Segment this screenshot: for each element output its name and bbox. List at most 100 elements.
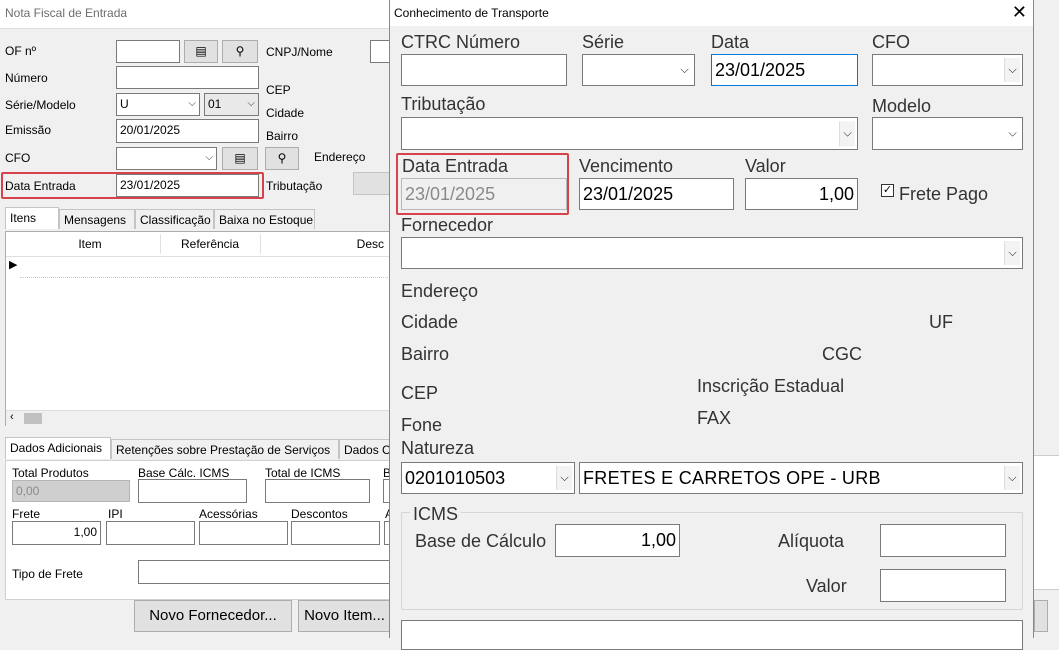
tab-dados-c[interactable]: Dados C bbox=[339, 439, 390, 459]
checkmark-icon: ✓ bbox=[882, 184, 893, 196]
tributacao-label: Tributação bbox=[401, 94, 486, 114]
natureza-label: Natureza bbox=[401, 438, 475, 458]
cep-label: CEP bbox=[401, 383, 439, 403]
cep-label: CEP bbox=[266, 83, 291, 97]
natureza-code-select[interactable]: 0201010503 ⌵ bbox=[401, 462, 575, 494]
serie-select[interactable]: U ⌵ bbox=[116, 93, 200, 116]
icms-group-label: ICMS bbox=[410, 504, 461, 525]
acessorias-input[interactable] bbox=[199, 521, 288, 545]
tributacao-field[interactable] bbox=[353, 172, 390, 195]
numero-label: Número bbox=[5, 71, 48, 85]
fone-label: Fone bbox=[401, 415, 443, 435]
tab-retencoes[interactable]: Retenções sobre Prestação de Serviços bbox=[111, 439, 339, 459]
dialog-titlebar: Conhecimento de Transporte ✕ bbox=[390, 0, 1033, 26]
chevron-down-icon: ⌵ bbox=[839, 121, 855, 146]
frete-input[interactable]: 1,00 bbox=[12, 521, 101, 545]
of-input[interactable] bbox=[116, 40, 180, 63]
close-icon[interactable]: ✕ bbox=[1012, 2, 1027, 22]
inscricao-label: Inscrição Estadual bbox=[697, 376, 845, 396]
modelo-select[interactable]: 01 ⌵ bbox=[204, 93, 259, 116]
base-calculo-label: Base de Cálculo bbox=[415, 531, 547, 551]
search-button[interactable]: ⚲ bbox=[265, 147, 299, 170]
aliquota-input[interactable] bbox=[880, 524, 1006, 557]
chevron-down-icon: ⌵ bbox=[1008, 127, 1017, 139]
tab-itens[interactable]: Itens bbox=[5, 207, 59, 229]
scroll-thumb[interactable] bbox=[24, 413, 42, 424]
list-button[interactable]: ▤ bbox=[222, 147, 258, 170]
modelo-value: 01 bbox=[208, 97, 222, 111]
cidade-label: Cidade bbox=[266, 106, 305, 120]
descontos-input[interactable] bbox=[291, 521, 380, 545]
dados-tabs: Dados Adicionais Retenções sobre Prestaç… bbox=[5, 437, 390, 461]
serie-select[interactable]: ⌵ bbox=[582, 54, 695, 86]
cnpj-input[interactable] bbox=[370, 40, 390, 63]
natureza-desc-select[interactable]: FRETES E CARRETOS OPE - URB ⌵ bbox=[579, 462, 1023, 494]
tributacao-select[interactable]: ⌵ bbox=[401, 117, 858, 150]
chevron-down-icon: ⌵ bbox=[680, 64, 689, 76]
total-icms-input[interactable] bbox=[265, 479, 370, 503]
ctrc-input[interactable] bbox=[401, 54, 567, 86]
frete-pago-label: Frete Pago bbox=[899, 184, 989, 204]
row-pointer-icon: ▶ bbox=[9, 259, 18, 271]
vencimento-input[interactable]: 23/01/2025 bbox=[579, 178, 734, 210]
frete-label: Frete bbox=[12, 507, 41, 521]
chevron-down-icon: ⌵ bbox=[1004, 58, 1020, 82]
cfo-select[interactable]: ⌵ bbox=[872, 54, 1023, 86]
tab-baixa-estoque[interactable]: Baixa no Estoque bbox=[214, 209, 315, 229]
bairro-label: Bairro bbox=[266, 129, 299, 143]
base-calculo-input[interactable]: 1,00 bbox=[555, 524, 680, 557]
valor-input[interactable]: 1,00 bbox=[745, 178, 858, 210]
total-produtos-label: Total Produtos bbox=[12, 466, 89, 480]
items-grid[interactable]: Item Referência Desc ▶ ‹ bbox=[5, 231, 390, 426]
emissao-input[interactable]: 20/01/2025 bbox=[116, 119, 259, 143]
tipo-frete-input[interactable] bbox=[138, 560, 390, 584]
horizontal-scrollbar[interactable]: ‹ bbox=[6, 410, 389, 426]
search-button[interactable]: ⚲ bbox=[222, 40, 258, 63]
highlight-box bbox=[1, 172, 264, 199]
col-descricao[interactable]: Desc bbox=[260, 234, 390, 254]
col-item[interactable]: Item bbox=[20, 234, 161, 254]
tab-dados-adicionais[interactable]: Dados Adicionais bbox=[5, 437, 111, 459]
valor-icms-label: Valor bbox=[806, 576, 847, 596]
endereco-label: Endereço bbox=[401, 281, 479, 301]
novo-item-button[interactable]: Novo Item... bbox=[298, 600, 390, 632]
list-button[interactable]: ▤ bbox=[184, 40, 218, 63]
tab-classificacao[interactable]: Classificação bbox=[135, 209, 214, 229]
uf-label: UF bbox=[929, 312, 953, 332]
fax-label: FAX bbox=[697, 408, 732, 428]
cfo-select[interactable]: ⌵ bbox=[116, 147, 217, 170]
natureza-desc-value: FRETES E CARRETOS OPE - URB bbox=[583, 468, 881, 488]
chevron-down-icon: ⌵ bbox=[188, 98, 196, 109]
cnpj-label: CNPJ/Nome bbox=[266, 45, 333, 59]
data-label: Data bbox=[711, 32, 750, 52]
numero-input[interactable] bbox=[116, 66, 259, 89]
valor-icms-input[interactable] bbox=[880, 569, 1006, 602]
scroll-left-icon: ‹ bbox=[10, 411, 14, 423]
magnifier-icon: ⚲ bbox=[235, 44, 245, 58]
novo-fornecedor-button[interactable]: Novo Fornecedor... bbox=[134, 600, 292, 632]
serie-value: U bbox=[120, 97, 129, 111]
data-input[interactable]: 23/01/2025 bbox=[711, 54, 858, 86]
list-icon: ▤ bbox=[234, 151, 246, 165]
frete-pago-checkbox[interactable]: ✓ bbox=[881, 184, 894, 197]
fornecedor-select[interactable]: ⌵ bbox=[401, 237, 1023, 269]
ipi-input[interactable] bbox=[106, 521, 195, 545]
cfo-label: CFO bbox=[5, 151, 31, 165]
base-icms-input[interactable] bbox=[138, 479, 247, 503]
tab-mensagens[interactable]: Mensagens bbox=[59, 209, 135, 229]
natureza-code-value: 0201010503 bbox=[405, 468, 506, 488]
base-icms-label: Base Cálc. ICMS bbox=[138, 466, 230, 480]
col-referencia[interactable]: Referência bbox=[160, 234, 261, 254]
of-label: OF nº bbox=[5, 44, 37, 58]
background-panel-edge bbox=[1034, 455, 1059, 590]
tributacao-label: Tributação bbox=[266, 179, 323, 193]
chevron-down-icon: ⌵ bbox=[205, 152, 213, 163]
total-icms-label: Total de ICMS bbox=[265, 466, 341, 480]
cgc-label: CGC bbox=[822, 344, 862, 364]
background-button-edge[interactable] bbox=[1034, 600, 1048, 632]
observacao-field[interactable] bbox=[401, 620, 1023, 650]
acessorias-label: Acessórias bbox=[199, 507, 258, 521]
modelo-select[interactable]: ⌵ bbox=[872, 117, 1023, 150]
background-right-strip bbox=[1034, 0, 1059, 638]
table-row[interactable] bbox=[20, 257, 390, 278]
